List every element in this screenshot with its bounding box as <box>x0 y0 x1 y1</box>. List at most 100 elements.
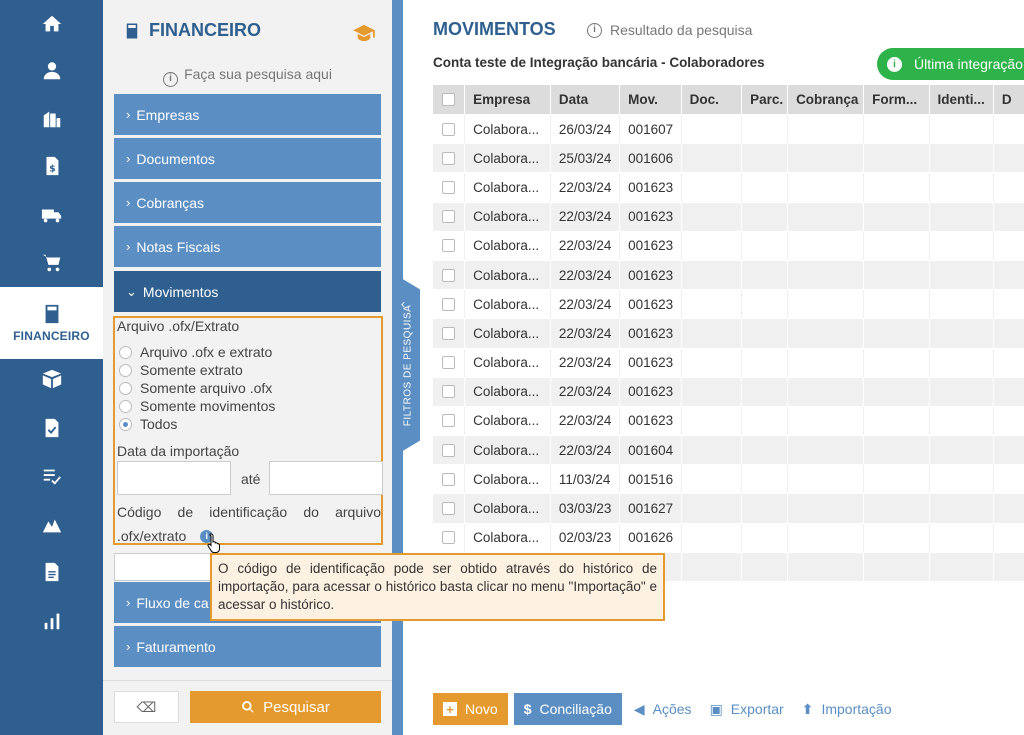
row-checkbox[interactable] <box>442 210 456 224</box>
nav-tasks[interactable] <box>0 456 103 496</box>
row-checkbox[interactable] <box>442 356 456 370</box>
table-row[interactable]: Colabora... 26/03/24 001607 <box>433 115 1024 145</box>
column-header[interactable]: Data <box>551 85 621 114</box>
row-checkbox[interactable] <box>442 326 456 340</box>
import-date-from-input[interactable] <box>117 461 231 495</box>
radio-dot[interactable] <box>119 363 132 377</box>
nav-billing[interactable]: $ <box>0 146 103 186</box>
radio-dot-selected[interactable] <box>119 417 132 431</box>
table-cell: 25/03/24 <box>551 144 621 173</box>
radio-somente-extrato[interactable]: Somente extrato <box>119 362 243 378</box>
column-header[interactable]: Mov. <box>620 85 682 114</box>
column-header[interactable]: D <box>994 85 1024 114</box>
section-cobrancas[interactable]: › Cobranças <box>114 182 381 223</box>
row-checkbox[interactable] <box>442 502 456 516</box>
nav-sales[interactable] <box>0 243 103 283</box>
radio-dot[interactable] <box>119 345 132 359</box>
section-empresas[interactable]: › Empresas <box>114 94 381 135</box>
nav-production[interactable] <box>0 505 103 545</box>
table-row[interactable]: Colabora... 22/03/24 001623 <box>433 231 1024 261</box>
table-cell <box>682 523 743 552</box>
radio-somente-ofx[interactable]: Somente arquivo .ofx <box>119 380 272 396</box>
table-cell: Colabora... <box>465 377 551 406</box>
nav-companies[interactable] <box>0 99 103 139</box>
column-header[interactable]: Identi... <box>930 85 994 114</box>
nav-logistics[interactable] <box>0 195 103 235</box>
row-checkbox[interactable] <box>442 268 456 282</box>
radio-ofx-extrato[interactable]: Arquivo .ofx e extrato <box>119 344 272 360</box>
importacao-button[interactable]: ⬆ Importação <box>796 693 898 725</box>
section-movimentos[interactable]: ⌄ Movimentos <box>114 271 381 312</box>
exportar-button[interactable]: ▣ Exportar <box>704 693 790 725</box>
section-faturamento[interactable]: › Faturamento <box>114 626 381 667</box>
import-date-to-input[interactable] <box>269 461 383 495</box>
panel-title: FINANCEIRO <box>123 20 261 41</box>
conciliacao-button[interactable]: $ Conciliação <box>513 693 622 725</box>
column-header[interactable]: Doc. <box>682 85 743 114</box>
clear-button[interactable]: ⌫ <box>114 691 179 723</box>
nav-user[interactable] <box>0 51 103 91</box>
row-checkbox[interactable] <box>442 151 456 165</box>
graduation-cap-icon[interactable] <box>353 24 375 42</box>
section-label: Fluxo de ca <box>136 594 209 611</box>
nav-home[interactable] <box>0 4 103 44</box>
integration-badge[interactable]: i Última integração <box>877 48 1024 80</box>
search-button[interactable]: Pesquisar <box>190 691 381 723</box>
row-checkbox[interactable] <box>442 414 456 428</box>
table-row[interactable]: Colabora... 03/03/23 001627 <box>433 494 1024 524</box>
chevron-right-icon: › <box>126 595 131 610</box>
code-input[interactable] <box>114 553 214 581</box>
column-header[interactable]: Parc. <box>742 85 789 114</box>
radio-todos[interactable]: Todos <box>119 416 177 432</box>
table-row[interactable]: Colabora... 11/03/24 001516 <box>433 465 1024 495</box>
novo-button[interactable]: + Novo <box>433 693 508 725</box>
row-checkbox[interactable] <box>442 180 456 194</box>
section-notas-fiscais[interactable]: › Notas Fiscais <box>114 226 381 267</box>
row-checkbox[interactable] <box>442 531 456 545</box>
row-checkbox[interactable] <box>442 122 456 136</box>
column-header[interactable]: Cobrança <box>788 85 865 114</box>
dollar-icon: $ <box>523 701 532 717</box>
section-documentos[interactable]: › Documentos <box>114 138 381 179</box>
nav-financeiro[interactable]: FINANCEIRO <box>0 287 103 359</box>
table-cell: 001623 <box>620 290 682 319</box>
table-cell <box>994 319 1024 347</box>
select-all-checkbox[interactable] <box>442 93 456 106</box>
column-header[interactable]: Form... <box>864 85 930 114</box>
row-checkbox[interactable] <box>442 385 456 399</box>
nav-contracts[interactable] <box>0 408 103 448</box>
nav-analytics[interactable] <box>0 601 103 641</box>
row-checkbox[interactable] <box>442 239 456 253</box>
chevron-left-icon[interactable]: ‹ <box>401 297 405 311</box>
table-row[interactable]: Colabora... 22/03/24 001604 <box>433 436 1024 466</box>
radio-dot[interactable] <box>119 381 132 395</box>
table-row[interactable]: Colabora... 22/03/24 001623 <box>433 290 1024 320</box>
table-row[interactable]: Colabora... 22/03/24 001623 <box>433 406 1024 437</box>
column-header[interactable]: Empresa <box>465 85 551 114</box>
acoes-button[interactable]: ◀ Ações <box>628 693 698 725</box>
table-row[interactable]: Colabora... 22/03/24 001623 <box>433 377 1024 407</box>
table-cell <box>682 173 743 202</box>
table-row[interactable]: Colabora... 22/03/24 001623 <box>433 348 1024 378</box>
radio-somente-movimentos[interactable]: Somente movimentos <box>119 398 275 414</box>
row-checkbox[interactable] <box>442 472 456 486</box>
filter-toggle-label[interactable]: FILTROS DE PESQUISA <box>396 275 420 455</box>
table-cell: 02/03/23 <box>551 523 621 552</box>
table-cell <box>930 231 994 260</box>
table-row[interactable]: Colabora... 02/03/23 001626 <box>433 523 1024 553</box>
nav-stock[interactable] <box>0 359 103 399</box>
table-row[interactable]: Colabora... 22/03/24 001623 <box>433 173 1024 203</box>
table-cell: 22/03/24 <box>551 436 621 465</box>
table-cell <box>864 260 930 290</box>
row-checkbox[interactable] <box>442 443 456 457</box>
radio-dot[interactable] <box>119 399 132 413</box>
nav-reports[interactable] <box>0 552 103 592</box>
search-button-label: Pesquisar <box>263 698 330 716</box>
table-row[interactable]: Colabora... 22/03/24 001623 <box>433 260 1024 291</box>
table-row[interactable]: Colabora... 22/03/24 001623 <box>433 202 1024 232</box>
row-checkbox[interactable] <box>442 297 456 311</box>
table-row[interactable]: Colabora... 22/03/24 001623 <box>433 319 1024 349</box>
table-row[interactable]: Colabora... 25/03/24 001606 <box>433 144 1024 174</box>
table-cell <box>994 173 1024 201</box>
table-cell: 001623 <box>620 377 682 406</box>
